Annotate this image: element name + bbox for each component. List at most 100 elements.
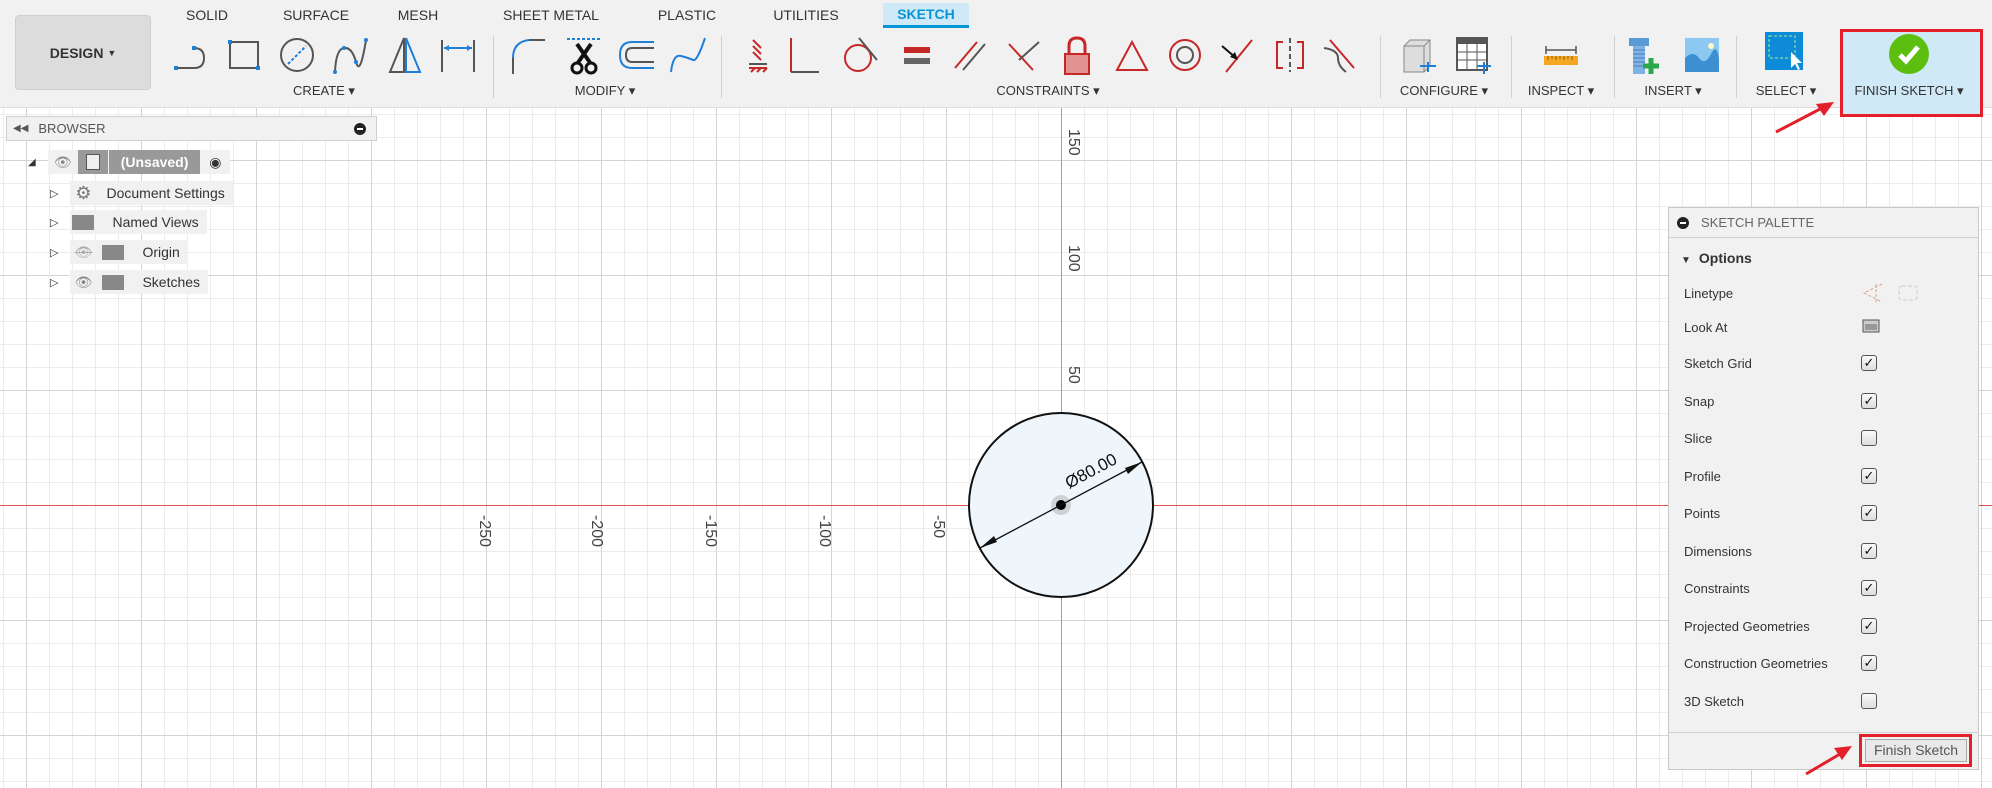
option-checkbox[interactable]: ✓ [1861, 467, 1877, 484]
finish-sketch-palette-button[interactable]: Finish Sketch [1865, 739, 1967, 762]
tree-label: Sketches [142, 274, 201, 290]
tangent-icon[interactable] [839, 34, 881, 76]
expand-icon[interactable]: ▷ [50, 276, 58, 289]
tree-item-document-settings[interactable]: ▷ ⚙ Document Settings [50, 181, 233, 205]
eye-icon[interactable]: 👁 [48, 154, 78, 171]
linetype-label: Linetype [1684, 286, 1734, 301]
spline-icon[interactable] [330, 34, 372, 76]
centerline-linetype-icon[interactable] [1897, 282, 1919, 304]
tree-label: Named Views [112, 214, 199, 230]
trim-icon[interactable] [563, 34, 605, 76]
x-label: -100 [816, 515, 833, 548]
symmetry-icon[interactable] [1269, 34, 1311, 76]
look-at-icon[interactable] [1861, 316, 1881, 334]
activate-radio-icon[interactable]: ◉ [200, 154, 230, 171]
tab-solid[interactable]: SOLID [186, 7, 228, 23]
construction-linetype-icon[interactable] [1862, 282, 1884, 304]
look-at-label: Look At [1684, 320, 1728, 335]
collapse-browser-icon[interactable]: ◀◀ [13, 123, 28, 134]
select-icon[interactable] [1763, 30, 1805, 72]
parallel-icon[interactable] [949, 34, 991, 76]
constraints-menu[interactable]: CONSTRAINTS ▾ [996, 83, 1099, 99]
option-checkbox[interactable]: ✓ [1861, 392, 1877, 409]
tab-utilities[interactable]: UTILITIES [773, 7, 838, 23]
perpendicular-icon[interactable] [783, 34, 825, 76]
workspace-dropdown[interactable]: DESIGN ▼ [15, 15, 151, 90]
line-icon[interactable] [170, 34, 212, 76]
concentric-icon[interactable] [1164, 34, 1206, 76]
parameters-icon[interactable] [1398, 34, 1440, 76]
tree-item-sketches[interactable]: ▷ 👁 Sketches [50, 270, 209, 294]
gear-icon: ⚙ [75, 182, 92, 203]
option-checkbox[interactable] [1861, 692, 1877, 709]
create-menu[interactable]: CREATE ▾ [293, 83, 355, 99]
inspect-menu[interactable]: INSPECT ▾ [1528, 83, 1594, 99]
sketch-scale-icon[interactable] [667, 34, 709, 76]
expand-icon[interactable]: ▷ [50, 187, 58, 200]
component-icon [77, 150, 108, 174]
option-label: Slice [1684, 431, 1713, 446]
mirror-icon[interactable] [384, 34, 426, 76]
x-label: -200 [588, 515, 605, 548]
option-label: Dimensions [1684, 543, 1752, 559]
divider [1669, 732, 1978, 733]
triangle-icon[interactable] [1111, 34, 1153, 76]
finish-sketch-check-icon[interactable] [1888, 33, 1930, 75]
option-checkbox[interactable]: ✓ [1861, 655, 1877, 671]
option-checkbox[interactable] [1861, 430, 1877, 446]
minimize-icon[interactable] [354, 122, 366, 135]
select-menu[interactable]: SELECT ▾ [1756, 83, 1816, 99]
folder-icon [102, 274, 125, 290]
fix-constraint-icon[interactable] [737, 34, 779, 76]
option-checkbox[interactable]: ✓ [1861, 542, 1877, 559]
option-checkbox[interactable]: ✓ [1861, 355, 1877, 371]
insert-mcmaster-icon[interactable] [1621, 34, 1663, 76]
tree-item-root[interactable]: ◢ 👁 (Unsaved) ◉ [28, 150, 231, 174]
caret-down-icon: ▼ [1681, 255, 1691, 266]
expand-icon[interactable]: ▷ [50, 216, 58, 229]
configure-menu[interactable]: CONFIGURE ▾ [1400, 83, 1488, 99]
equal-icon[interactable] [896, 34, 938, 76]
table-icon[interactable] [1451, 34, 1493, 76]
option-checkbox[interactable]: ✓ [1861, 580, 1877, 596]
modify-menu[interactable]: MODIFY ▾ [575, 83, 635, 99]
options-section-toggle[interactable]: ▼ Options [1681, 250, 1752, 266]
measure-icon[interactable] [1540, 34, 1582, 76]
tree-item-origin[interactable]: ▷ 👁 Origin [50, 240, 188, 264]
expand-icon[interactable]: ▷ [50, 246, 58, 259]
separator [1614, 36, 1615, 98]
minimize-icon[interactable] [1677, 216, 1689, 229]
eye-icon[interactable]: 👁 [70, 274, 96, 291]
fillet-icon[interactable] [507, 34, 549, 76]
finish-sketch-button[interactable]: FINISH SKETCH ▾ [1854, 83, 1963, 99]
separator [1511, 36, 1512, 98]
sketch-circle[interactable]: Ø80.00 [961, 405, 1161, 605]
midpoint-icon[interactable] [1216, 34, 1258, 76]
tab-sheet-metal[interactable]: SHEET METAL [503, 7, 599, 23]
separator [721, 36, 722, 98]
tree-item-named-views[interactable]: ▷ Named Views [50, 210, 207, 234]
tab-mesh[interactable]: MESH [398, 7, 438, 23]
sketch-dimension-icon[interactable] [437, 34, 479, 76]
insert-canvas-icon[interactable] [1681, 34, 1723, 76]
tab-sketch[interactable]: SKETCH [883, 3, 969, 28]
expand-triangle-icon[interactable]: ◢ [28, 157, 36, 168]
eye-hidden-icon[interactable]: 👁 [70, 244, 96, 261]
insert-menu[interactable]: INSERT ▾ [1644, 83, 1701, 99]
option-label: Profile [1684, 468, 1721, 484]
x-label: -50 [930, 515, 947, 539]
workspace-label: DESIGN [49, 44, 104, 61]
tab-plastic[interactable]: PLASTIC [658, 7, 716, 23]
lock-icon[interactable] [1056, 34, 1098, 76]
circle-icon[interactable] [276, 34, 318, 76]
option-checkbox[interactable]: ✓ [1861, 617, 1877, 634]
rectangle-icon[interactable] [223, 34, 265, 76]
annotation-arrow-icon [1775, 102, 1834, 134]
option-label: Construction Geometries [1684, 656, 1828, 671]
option-checkbox[interactable]: ✓ [1861, 505, 1877, 521]
offset-icon[interactable] [614, 34, 656, 76]
separator [1380, 36, 1381, 98]
coincident-icon[interactable] [1003, 34, 1045, 76]
tab-surface[interactable]: SURFACE [283, 7, 349, 23]
curvature-icon[interactable] [1320, 34, 1362, 76]
